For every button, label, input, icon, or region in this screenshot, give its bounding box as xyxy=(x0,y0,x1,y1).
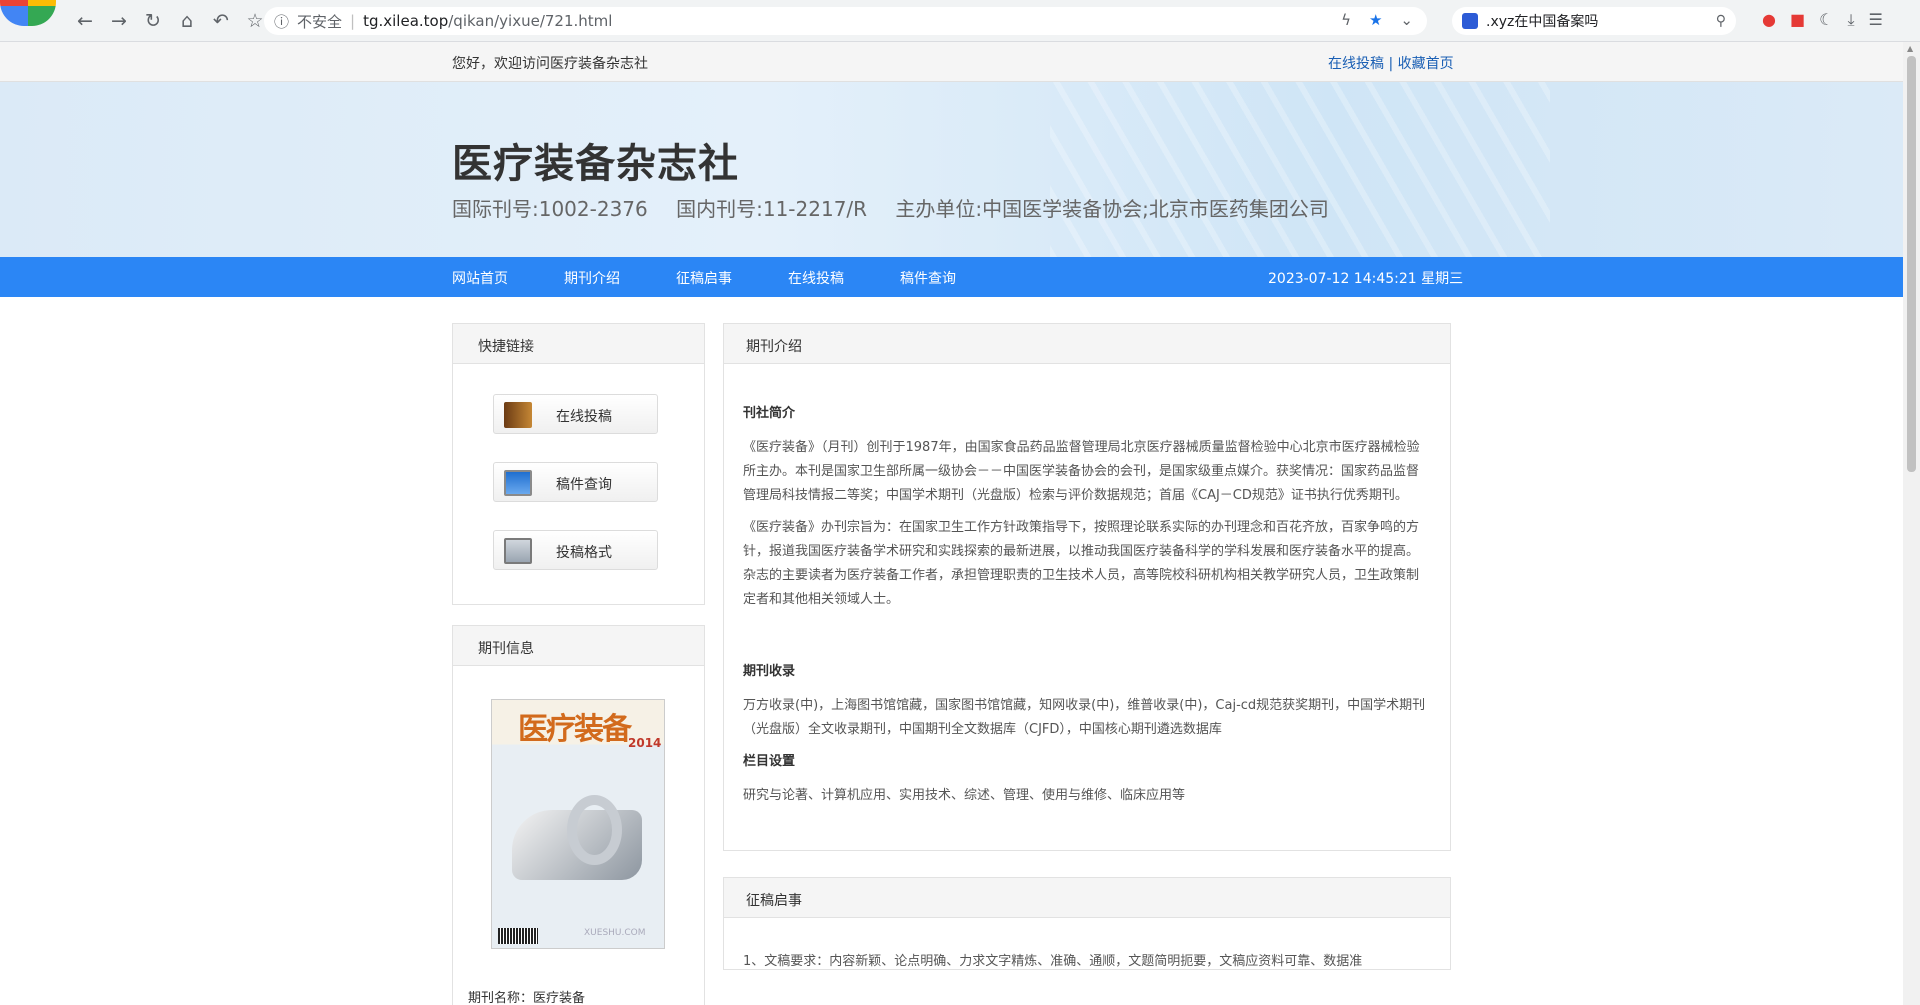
computer-icon xyxy=(504,538,532,564)
nav-call-for-papers[interactable]: 征稿启事 xyxy=(676,268,732,288)
quick-links-title: 快捷链接 xyxy=(453,324,704,364)
main-content: 期刊介绍 刊社简介 《医疗装备》（月刊）创刊于1987年，由国家食品药品监督管理… xyxy=(723,323,1451,970)
sponsor-text: 主办单位:中国医学装备协会;北京市医药集团公司 xyxy=(895,197,1329,221)
pdf-extension-icon[interactable]: ■ xyxy=(1790,10,1805,30)
welcome-text: 您好，欢迎访问医疗装备杂志社 xyxy=(452,56,648,72)
cover-watermark: XUESHU.COM xyxy=(584,928,646,938)
journal-intro-panel: 期刊介绍 刊社简介 《医疗装备》（月刊）创刊于1987年，由国家食品药品监督管理… xyxy=(723,323,1451,851)
intro-section-title: 刊社简介 xyxy=(743,406,796,421)
quick-format-label: 投稿格式 xyxy=(556,545,612,561)
scanner-ring-illustration xyxy=(567,795,622,865)
index-paragraph: 万方收录(中)，上海图书馆馆藏，国家图书馆馆藏，知网收录(中)，维普收录(中)，… xyxy=(743,698,1426,737)
call-for-papers-title: 征稿启事 xyxy=(724,878,1450,918)
journal-meta: 国际刊号:1002-2376 国内刊号:11-2217/R 主办单位:中国医学装… xyxy=(452,193,1351,222)
quick-query-label: 稿件查询 xyxy=(556,477,612,493)
scroll-up-icon[interactable]: ▲ xyxy=(1907,44,1913,53)
browser-toolbar: ← → ↻ ⌂ ↶ ☆ ⓘ 不安全 | tg.xilea.top/qikan/y… xyxy=(0,0,1920,42)
search-engine-icon xyxy=(1462,13,1478,29)
index-section-title: 期刊收录 xyxy=(743,664,796,679)
page-scrollbar[interactable]: ▲ xyxy=(1903,42,1920,1005)
bookmark-star-icon[interactable]: ☆ xyxy=(244,10,266,32)
url-separator: | xyxy=(350,12,356,30)
url-host: tg.xilea.top xyxy=(363,12,449,30)
header-banner: 医疗装备杂志社 国际刊号:1002-2376 国内刊号:11-2217/R 主办… xyxy=(0,82,1903,257)
site-title: 医疗装备杂志社 xyxy=(452,141,739,187)
security-label: 不安全 xyxy=(297,12,343,31)
journal-info-panel: 期刊信息 医疗装备 2014 XUESHU.COM 期刊名称：医疗装备 xyxy=(452,625,705,1005)
nav-manuscript-query[interactable]: 稿件查询 xyxy=(900,268,956,288)
browser-extension-tools: ● ■ ☾ ⤓ ☰ xyxy=(1762,10,1883,30)
web-page: 您好，欢迎访问医疗装备杂志社 在线投稿 | 收藏首页 医疗装备杂志社 国际刊号:… xyxy=(0,42,1903,1005)
menu-icon[interactable]: ☰ xyxy=(1869,10,1883,30)
top-info-bar: 您好，欢迎访问医疗装备杂志社 在线投稿 | 收藏首页 xyxy=(0,42,1903,82)
date-time: 2023-07-12 14:45:21 星期三 xyxy=(1268,271,1464,287)
book-icon xyxy=(504,402,532,428)
reload-icon[interactable]: ↻ xyxy=(142,10,164,32)
journal-intro-body: 刊社简介 《医疗装备》（月刊）创刊于1987年，由国家食品药品监督管理局北京医疗… xyxy=(724,364,1450,850)
scrollbar-thumb[interactable] xyxy=(1907,56,1916,472)
quick-links-panel: 快捷链接 在线投稿 稿件查询 投稿格式 xyxy=(452,323,705,605)
cover-year: 2014 xyxy=(628,736,662,750)
lightning-icon[interactable]: ϟ xyxy=(1341,11,1351,29)
journal-name-line: 期刊名称：医疗装备 xyxy=(468,991,586,1005)
top-links: 在线投稿 | 收藏首页 xyxy=(1328,53,1454,73)
info-icon[interactable]: ⓘ xyxy=(274,11,289,32)
cn-text: 国内刊号:11-2217/R xyxy=(676,197,868,221)
quick-links-body: 在线投稿 稿件查询 投稿格式 xyxy=(453,364,704,604)
sidebar: 快捷链接 在线投稿 稿件查询 投稿格式 期刊信息 医疗装备 2014 XUESH… xyxy=(452,323,705,1005)
forward-icon[interactable]: → xyxy=(108,10,130,32)
cover-title: 医疗装备 xyxy=(518,712,632,747)
download-icon[interactable]: ⤓ xyxy=(1847,10,1854,30)
browser-nav-buttons: ← → ↻ ⌂ ↶ ☆ xyxy=(74,10,266,32)
quick-submit-label: 在线投稿 xyxy=(556,409,612,425)
home-icon[interactable]: ⌂ xyxy=(176,10,198,32)
url-path: /qikan/yixue/721.html xyxy=(448,12,613,30)
top-submit-link[interactable]: 在线投稿 xyxy=(1328,56,1384,72)
bookmarked-star-icon[interactable]: ★ xyxy=(1369,11,1382,29)
search-icon[interactable]: ⚲ xyxy=(1716,13,1726,29)
nav-home[interactable]: 网站首页 xyxy=(452,268,508,288)
search-text: .xyz在中国备案吗 xyxy=(1486,14,1599,30)
nav-online-submit[interactable]: 在线投稿 xyxy=(788,268,844,288)
quick-query-button[interactable]: 稿件查询 xyxy=(493,462,658,502)
main-nav: 网站首页 期刊介绍 征稿启事 在线投稿 稿件查询 2023-07-12 14:4… xyxy=(0,257,1903,297)
barcode xyxy=(498,928,538,944)
top-links-separator: | xyxy=(1388,56,1394,72)
dark-mode-icon[interactable]: ☾ xyxy=(1819,10,1833,30)
intro-paragraph-2: 《医疗装备》办刊宗旨为：在国家卫生工作方针政策指导下，按照理论联系实际的办刊理念… xyxy=(743,520,1420,607)
quick-submit-button[interactable]: 在线投稿 xyxy=(493,394,658,434)
chevron-down-icon[interactable]: ⌄ xyxy=(1400,11,1413,29)
monitor-icon xyxy=(504,470,532,496)
browser-logo-icon xyxy=(0,0,56,26)
bookmark-link[interactable]: 收藏首页 xyxy=(1398,56,1454,72)
journal-intro-title: 期刊介绍 xyxy=(724,324,1450,364)
search-box[interactable]: .xyz在中国备案吗 ⚲ xyxy=(1452,7,1736,35)
nav-journal-intro[interactable]: 期刊介绍 xyxy=(564,268,620,288)
journal-info-title: 期刊信息 xyxy=(453,626,704,666)
quick-format-button[interactable]: 投稿格式 xyxy=(493,530,658,570)
call-for-papers-panel: 征稿启事 1、文稿要求：内容新颖、论点明确、力求文字精炼、准确、通顺，文题简明扼… xyxy=(723,877,1451,970)
call-for-papers-body: 1、文稿要求：内容新颖、论点明确、力求文字精炼、准确、通顺，文题简明扼要，文稿应… xyxy=(743,954,1363,969)
intro-paragraph-1: 《医疗装备》（月刊）创刊于1987年，由国家食品药品监督管理局北京医疗器械质量监… xyxy=(743,440,1420,503)
journal-cover-image: 医疗装备 2014 XUESHU.COM xyxy=(491,699,665,949)
back-icon[interactable]: ← xyxy=(74,10,96,32)
issn-text: 国际刊号:1002-2376 xyxy=(452,197,648,221)
address-bar-icons: ϟ ★ ⌄ xyxy=(1341,11,1413,29)
address-bar[interactable]: ⓘ 不安全 | tg.xilea.top/qikan/yixue/721.htm… xyxy=(264,7,1427,35)
game-extension-icon[interactable]: ● xyxy=(1762,10,1776,30)
undo-icon[interactable]: ↶ xyxy=(210,10,232,32)
columns-paragraph: 研究与论著、计算机应用、实用技术、综述、管理、使用与维修、临床应用等 xyxy=(743,788,1186,803)
columns-section-title: 栏目设置 xyxy=(743,754,796,769)
